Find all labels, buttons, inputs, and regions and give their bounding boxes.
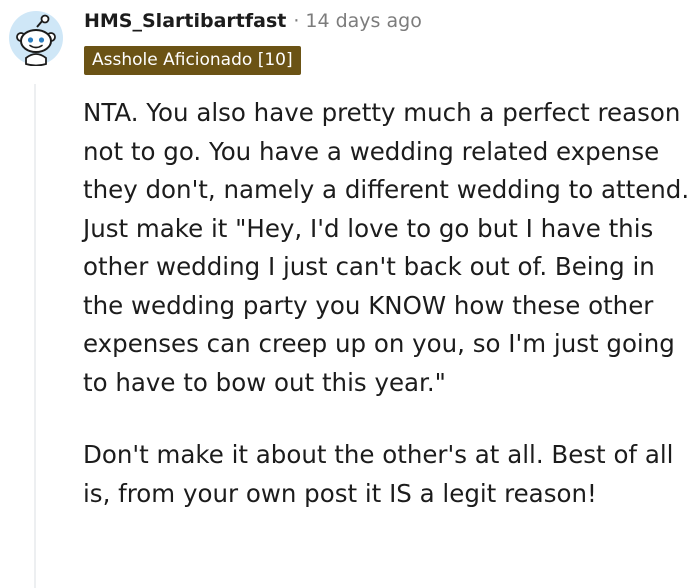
meta-separator: ·	[293, 10, 300, 32]
reddit-snoo-avatar-icon[interactable]	[8, 10, 64, 66]
comment-body: NTA. You also have pretty much a perfect…	[83, 94, 693, 513]
comment-paragraph: NTA. You also have pretty much a perfect…	[83, 98, 690, 397]
comment-paragraph: Don't make it about the other's at all. …	[83, 440, 674, 508]
user-flair: Asshole Aficionado [10]	[84, 46, 301, 75]
thread-collapse-line[interactable]	[34, 84, 36, 588]
comment-header: HMS_Slartibartfast · 14 days ago	[84, 6, 422, 36]
username-link[interactable]: HMS_Slartibartfast	[84, 10, 286, 32]
comment-timestamp[interactable]: 14 days ago	[305, 10, 421, 32]
